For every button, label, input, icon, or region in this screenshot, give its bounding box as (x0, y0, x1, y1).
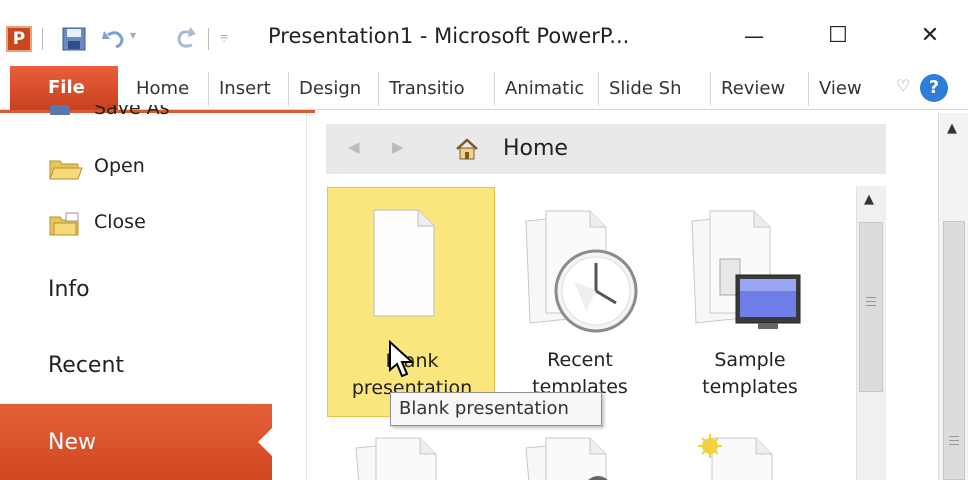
window-title: Presentation1 - Microsoft PowerP... (268, 24, 630, 48)
tile-label-line: Sample (714, 349, 786, 371)
save-as-item[interactable]: Save As (48, 105, 188, 117)
breadcrumb-home-label[interactable]: Home (503, 136, 568, 161)
powerpoint-window: P ▾ ⩦ Presentation1 - Microsoft PowerP..… (0, 0, 968, 480)
sample-templates-tile[interactable]: Sample templates (666, 187, 834, 417)
title-bar: P ▾ ⩦ Presentation1 - Microsoft PowerP..… (0, 0, 968, 66)
ribbon-tab-bar: File Home Insert Design Transitio Animat… (0, 66, 968, 110)
undo-icon[interactable] (100, 25, 128, 53)
open-folder-icon (49, 160, 83, 180)
quick-access-separator (42, 28, 43, 50)
scroll-up-arrow-icon[interactable]: ▲ (864, 192, 874, 207)
theme-document-icon[interactable] (346, 434, 476, 480)
tab-file[interactable]: File (10, 66, 118, 110)
my-templates-icon[interactable] (516, 434, 646, 480)
right-scroll-thumb[interactable] (943, 221, 965, 480)
close-folder-icon (49, 212, 79, 236)
template-gallery: Blank presentation Recent templates (326, 186, 854, 480)
new-label: New (48, 430, 96, 455)
tab-review[interactable]: Review (710, 72, 808, 106)
scroll-thumb[interactable] (859, 222, 883, 392)
info-item[interactable]: Info (48, 277, 90, 302)
tile-label-line: templates (702, 376, 798, 398)
tile-label-line: Recent (547, 349, 613, 371)
tab-animations[interactable]: Animatic (494, 72, 598, 106)
home-icon (456, 138, 478, 160)
tab-view[interactable]: View (808, 72, 878, 106)
back-arrow-icon[interactable]: ◀ (348, 138, 360, 156)
repeat-icon[interactable] (172, 25, 200, 53)
close-item[interactable]: Close (48, 209, 208, 239)
forward-arrow-icon[interactable]: ▶ (392, 138, 404, 156)
maximize-button[interactable]: ☐ (818, 22, 858, 52)
customize-quick-access-icon[interactable]: ⩦ (220, 28, 228, 44)
close-label: Close (94, 211, 146, 233)
tab-transitions[interactable]: Transitio (378, 72, 494, 106)
monitor-document-icon (691, 210, 801, 329)
recent-item[interactable]: Recent (48, 353, 124, 378)
heart-icon[interactable]: ♡ (896, 76, 910, 95)
save-icon[interactable] (60, 25, 88, 53)
backstage-scrollbar[interactable]: ▲ (938, 113, 968, 480)
pane-divider (306, 113, 307, 480)
powerpoint-app-icon[interactable]: P (6, 26, 32, 52)
app-icon-letter: P (12, 29, 26, 49)
gallery-scrollbar[interactable]: ▲ (856, 186, 886, 480)
blank-document-icon (373, 209, 435, 317)
tab-design[interactable]: Design (288, 72, 378, 106)
clock-document-icon (525, 210, 638, 333)
tab-slide-show[interactable]: Slide Sh (598, 72, 710, 106)
quick-access-separator (208, 28, 209, 50)
save-as-icon (50, 105, 70, 115)
recent-templates-tile[interactable]: Recent templates (496, 187, 664, 417)
blank-presentation-tooltip: Blank presentation (390, 392, 602, 426)
open-label: Open (94, 155, 145, 177)
blank-presentation-tile[interactable]: Blank presentation (327, 187, 495, 417)
tab-insert[interactable]: Insert (208, 72, 288, 106)
open-item[interactable]: Open (48, 153, 208, 183)
help-button[interactable]: ? (920, 74, 948, 102)
tab-home[interactable]: Home (126, 72, 208, 106)
right-scroll-up-icon[interactable]: ▲ (947, 121, 957, 136)
minimize-button[interactable]: — (734, 22, 774, 52)
selection-notch (258, 428, 272, 456)
new-from-existing-icon[interactable] (686, 434, 816, 480)
undo-dropdown-icon[interactable]: ▾ (130, 28, 136, 42)
close-window-button[interactable]: ✕ (910, 22, 950, 52)
new-item[interactable]: New (0, 404, 272, 480)
sample-templates-label: Sample templates (666, 347, 834, 401)
template-breadcrumb: ◀ ▶ Home (326, 124, 886, 174)
mouse-cursor-icon (389, 340, 415, 378)
save-as-label: Save As (94, 105, 170, 117)
